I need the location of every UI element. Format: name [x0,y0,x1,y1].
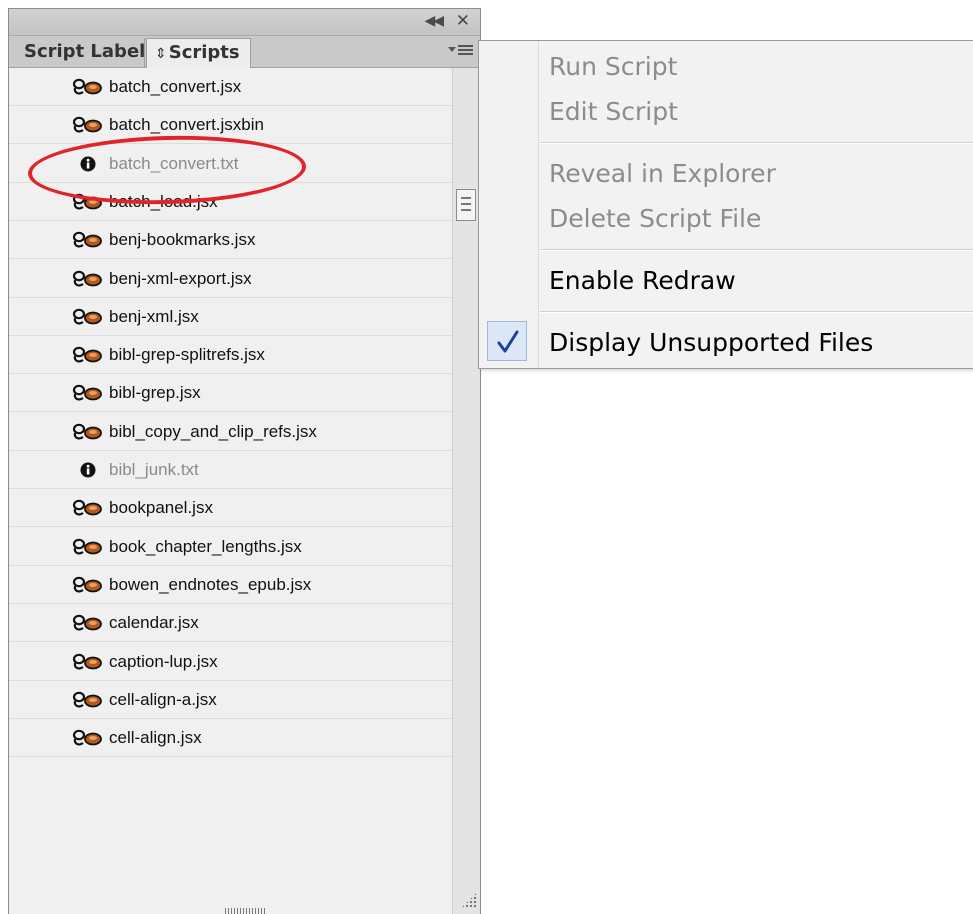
tab-scripts-label: Scripts [168,42,240,63]
vertical-scrollbar[interactable] [452,68,480,914]
file-name: benj-bookmarks.jsx [109,230,256,249]
bottom-resize-handle[interactable] [225,908,265,914]
file-name: batch_convert.jsxbin [109,115,264,134]
info-icon [71,461,107,479]
menu-separator [540,311,973,313]
script-icon [71,499,107,517]
script-icon [71,576,107,594]
script-icon [71,691,107,709]
file-name: cell-align.jsx [109,728,202,747]
file-name: cell-align-a.jsx [109,690,217,709]
script-icon [71,231,107,249]
script-icon [71,346,107,364]
list-item[interactable]: batch_convert.txt [9,145,452,183]
file-name: bibl_junk.txt [109,460,199,479]
panel-tab-bar: Script Label ⇕ Scripts [9,36,480,68]
script-icon [71,653,107,671]
menu-icon-gutter [538,41,539,368]
tab-scripts[interactable]: ⇕ Scripts [146,38,251,68]
script-icon [71,78,107,96]
file-name: batch_convert.txt [109,154,239,173]
list-item[interactable]: batch_load.jsx [9,183,452,221]
file-name: book_chapter_lengths.jsx [109,537,302,556]
menu-item-run-script[interactable]: Run Script [549,47,677,87]
file-name: benj-xml.jsx [109,307,199,326]
list-item[interactable]: bibl-grep-splitrefs.jsx [9,336,452,374]
context-menu: Run Script Edit Script Reveal in Explore… [478,40,973,369]
scripts-panel: ◀◀ ✕ Script Label ⇕ Scripts batch_convert… [8,8,481,914]
file-name: caption-lup.jsx [109,652,218,671]
list-item[interactable]: cell-align.jsx [9,719,452,757]
tab-script-label[interactable]: Script Label [17,38,145,67]
menu-item-reveal-in-explorer[interactable]: Reveal in Explorer [549,154,776,194]
list-item[interactable]: cell-align-a.jsx [9,681,452,719]
info-icon [71,155,107,173]
list-item[interactable]: benj-xml-export.jsx [9,260,452,298]
scrollbar-thumb[interactable] [456,189,476,221]
menu-separator [540,249,973,251]
script-icon [71,614,107,632]
list-item[interactable]: caption-lup.jsx [9,643,452,681]
list-item[interactable]: bowen_endnotes_epub.jsx [9,566,452,604]
list-item[interactable]: calendar.jsx [9,604,452,642]
script-icon [71,270,107,288]
list-item[interactable]: bibl-grep.jsx [9,374,452,412]
menu-item-delete-script-file[interactable]: Delete Script File [549,199,761,239]
file-name: batch_convert.jsx [109,77,242,96]
file-name: calendar.jsx [109,613,199,632]
file-name: bookpanel.jsx [109,498,213,517]
list-item[interactable]: bibl_junk.txt [9,451,452,489]
script-icon [71,193,107,211]
menu-item-edit-script[interactable]: Edit Script [549,92,678,132]
list-item[interactable]: bookpanel.jsx [9,489,452,527]
script-file-list[interactable]: batch_convert.jsx batch_convert.jsxbinbat… [9,68,452,914]
checkmark-icon [487,321,527,361]
script-icon [71,423,107,441]
list-item[interactable]: batch_convert.jsx [9,68,452,106]
file-name: bibl-grep-splitrefs.jsx [109,345,265,364]
script-icon [71,729,107,747]
list-item[interactable]: bibl_copy_and_clip_refs.jsx [9,413,452,451]
list-item[interactable]: benj-xml.jsx [9,298,452,336]
script-icon [71,538,107,556]
file-name: bibl_copy_and_clip_refs.jsx [109,422,317,441]
menu-item-enable-redraw[interactable]: Enable Redraw [549,261,736,301]
file-name: bibl-grep.jsx [109,383,201,402]
script-icon [71,308,107,326]
script-icon [71,116,107,134]
panel-menu-icon[interactable] [448,42,474,60]
sort-updown-icon: ⇕ [155,46,167,62]
script-icon [71,384,107,402]
file-name: benj-xml-export.jsx [109,269,252,288]
close-icon[interactable]: ✕ [456,11,470,31]
file-name: batch_load.jsx [109,192,218,211]
list-item[interactable]: book_chapter_lengths.jsx [9,528,452,566]
file-name: bowen_endnotes_epub.jsx [109,575,312,594]
menu-item-display-unsupported-files[interactable]: Display Unsupported Files [549,323,873,363]
list-item[interactable]: benj-bookmarks.jsx [9,221,452,259]
double-chevron-left-icon[interactable]: ◀◀ [424,13,443,29]
menu-separator [540,142,973,144]
resize-grip-icon[interactable] [461,892,477,908]
panel-titlebar: ◀◀ ✕ [9,9,480,36]
list-item[interactable]: batch_convert.jsxbin [9,106,452,144]
